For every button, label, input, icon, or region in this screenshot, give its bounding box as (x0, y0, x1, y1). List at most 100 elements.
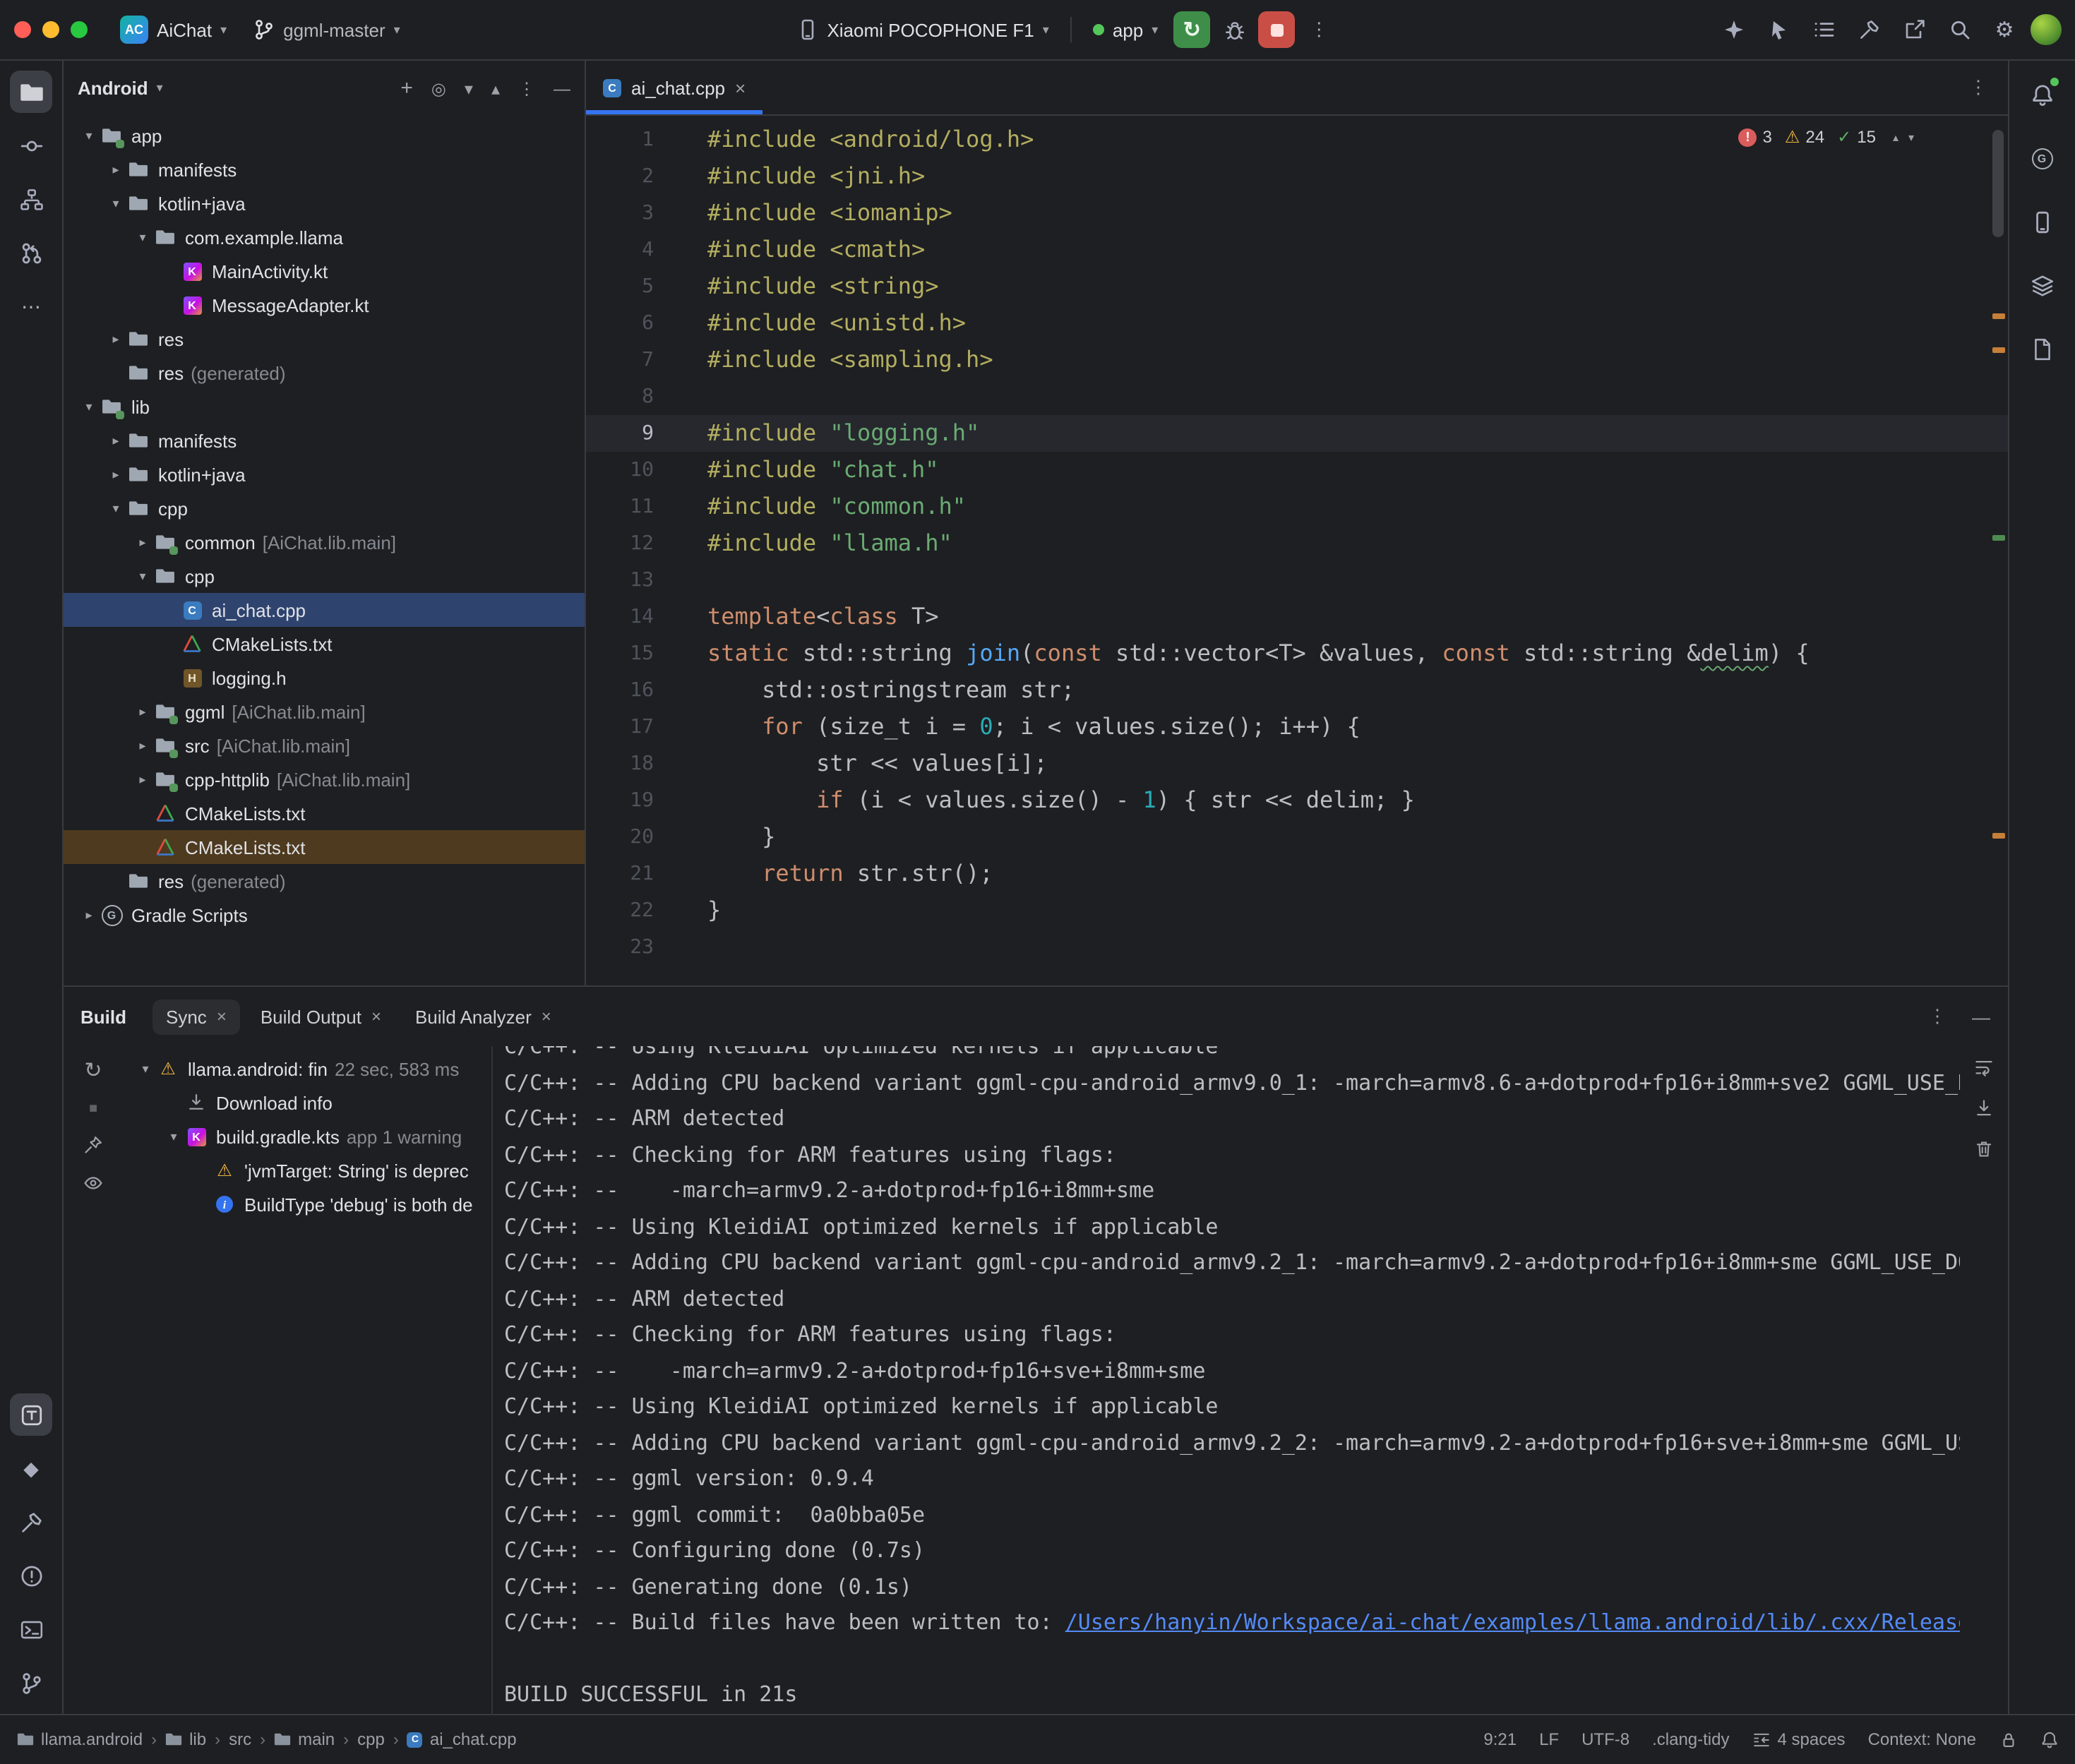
run-more-actions-button[interactable]: ⋮ (1300, 11, 1337, 48)
code-editor[interactable]: 1#include <android/log.h>2#include <jni.… (586, 116, 2007, 985)
indent-widget[interactable]: 4 spaces (1752, 1730, 1846, 1750)
build-tab-build-output[interactable]: Build Output× (246, 999, 395, 1034)
run-configuration-selector[interactable]: app ▾ (1083, 13, 1168, 46)
terminal-toolwindow-button[interactable] (10, 1608, 52, 1650)
tree-item-res[interactable]: res (generated) (64, 356, 585, 390)
code-line-6[interactable]: 6#include <unistd.h> (586, 305, 2007, 342)
chevron-right-icon[interactable]: ▸ (131, 773, 154, 786)
build-panel-title[interactable]: Build (80, 1006, 126, 1027)
warning-stripe-mark[interactable] (1992, 347, 2004, 353)
chevron-right-icon[interactable]: ▸ (131, 705, 154, 718)
code-line-20[interactable]: 20 } (586, 819, 2007, 856)
code-line-8[interactable]: 8 (586, 378, 2007, 415)
chevron-right-icon[interactable]: ▸ (131, 739, 154, 752)
pin-icon[interactable] (83, 1135, 103, 1155)
hide-panel-button[interactable]: — (554, 78, 570, 98)
close-tab-icon[interactable]: × (542, 1007, 551, 1026)
tree-item-res[interactable]: ▸res (64, 322, 585, 356)
chevron-down-icon[interactable]: ▾ (104, 502, 127, 515)
notifications-button[interactable] (2021, 73, 2063, 116)
breadcrumb-item-cpp[interactable]: cpp (357, 1730, 385, 1750)
tree-item-lib[interactable]: ▾lib (64, 390, 585, 424)
soft-wrap-icon[interactable] (1973, 1057, 1993, 1077)
build-tools-button[interactable] (1849, 10, 1889, 49)
commit-toolwindow-button[interactable] (10, 124, 52, 167)
structure-toolwindow-button[interactable] (10, 178, 52, 220)
code-line-7[interactable]: 7#include <sampling.h> (586, 342, 2007, 378)
code-line-10[interactable]: 10#include "chat.h" (586, 452, 2007, 488)
notifications-icon[interactable] (2040, 1731, 2058, 1749)
locate-file-button[interactable]: ◎ (431, 78, 446, 98)
code-line-17[interactable]: 17 for (size_t i = 0; i < values.size();… (586, 709, 2007, 745)
scroll-to-end-icon[interactable] (1973, 1098, 1993, 1118)
stop-button[interactable] (1258, 11, 1295, 48)
code-line-11[interactable]: 11#include "common.h" (586, 488, 2007, 525)
code-line-22[interactable]: 22} (586, 892, 2007, 929)
breadcrumb-item-ai-chat-cpp[interactable]: Cai_chat.cpp (407, 1730, 517, 1750)
build-output-path-link[interactable]: /Users/hanyin/Workspace/ai-chat/examples… (1065, 1609, 1959, 1635)
running-devices-button[interactable] (2021, 264, 2063, 306)
build-variants-toolwindow-button[interactable] (10, 1501, 52, 1543)
chevron-down-icon[interactable]: ▾ (131, 231, 154, 244)
tree-item-common[interactable]: ▸common [AiChat.lib.main] (64, 525, 585, 559)
user-avatar[interactable] (2030, 14, 2061, 45)
version-control-toolwindow-button[interactable] (10, 1662, 52, 1704)
gradle-toolwindow-button[interactable]: G (2021, 137, 2063, 179)
tree-item-messageadapter-kt[interactable]: KMessageAdapter.kt (64, 288, 585, 322)
search-everywhere-button[interactable] (1939, 10, 1979, 49)
project-view-selector[interactable]: Android (78, 78, 148, 99)
tree-item-mainactivity-kt[interactable]: KMainActivity.kt (64, 254, 585, 288)
minimize-window-button[interactable] (42, 21, 59, 38)
code-line-5[interactable]: 5#include <string> (586, 268, 2007, 305)
code-line-12[interactable]: 12#include "llama.h" (586, 525, 2007, 562)
show-output-icon[interactable] (83, 1173, 103, 1193)
line-separator-widget[interactable]: LF (1539, 1730, 1559, 1750)
close-window-button[interactable] (14, 21, 31, 38)
lock-icon[interactable] (1999, 1731, 2017, 1749)
build-tree-item-jvmtarget-string-is-deprec[interactable]: ⚠'jvmTarget: String' is deprec (123, 1153, 491, 1187)
warning-stripe-mark[interactable] (1992, 833, 2004, 839)
code-line-14[interactable]: 14template<class T> (586, 599, 2007, 635)
share-button[interactable] (1894, 10, 1934, 49)
editor-tab-ai-chat-cpp[interactable]: C ai_chat.cpp × (586, 61, 763, 114)
hide-build-panel-button[interactable]: — (1972, 1006, 1990, 1027)
next-problem-button[interactable]: ▾ (1908, 131, 1914, 143)
build-tree-item-llama-android-fin[interactable]: ▾⚠llama.android: fin22 sec, 583 ms (123, 1052, 491, 1086)
code-line-18[interactable]: 18 str << values[i]; (586, 745, 2007, 782)
tree-item-gradle-scripts[interactable]: ▸GGradle Scripts (64, 898, 585, 932)
close-tab-icon[interactable]: × (371, 1007, 381, 1026)
ai-context-widget[interactable]: Context: None (1868, 1730, 1976, 1750)
tree-item-com-example-llama[interactable]: ▾com.example.llama (64, 220, 585, 254)
build-panel-options-button[interactable]: ⋮ (1928, 1005, 1947, 1028)
chevron-down-icon[interactable]: ▾ (162, 1130, 185, 1143)
rerun-button[interactable]: ↻ (1173, 11, 1210, 48)
branch-selector[interactable]: ggml-master ▾ (242, 13, 410, 47)
device-selector[interactable]: Xiaomi POCOPHONE F1 ▾ (786, 13, 1058, 47)
close-tab-icon[interactable]: × (217, 1007, 227, 1026)
tree-item-cpp-httplib[interactable]: ▸cpp-httplib [AiChat.lib.main] (64, 762, 585, 796)
chevron-right-icon[interactable]: ▸ (104, 468, 127, 481)
tree-item-logging-h[interactable]: Hlogging.h (64, 661, 585, 695)
inspections-widget[interactable]: !3 ⚠24 ✓15 ▴▾ (1738, 127, 1914, 147)
tree-item-res[interactable]: res (generated) (64, 864, 585, 898)
problems-toolwindow-button[interactable] (10, 1554, 52, 1597)
task-list-button[interactable] (1804, 10, 1843, 49)
code-line-2[interactable]: 2#include <jni.h> (586, 158, 2007, 195)
tree-item-cmakelists-txt[interactable]: CMakeLists.txt (64, 627, 585, 661)
more-toolwindows-button[interactable]: ⋯ (10, 285, 52, 328)
chevron-down-icon[interactable]: ▾ (78, 129, 100, 142)
breadcrumb-item-lib[interactable]: lib (165, 1730, 206, 1750)
chevron-down-icon[interactable]: ▾ (78, 400, 100, 413)
tree-item-manifests[interactable]: ▸manifests (64, 152, 585, 186)
tree-item-src[interactable]: ▸src [AiChat.lib.main] (64, 728, 585, 762)
tree-item-app[interactable]: ▾app (64, 119, 585, 152)
breadcrumb-item-src[interactable]: src (229, 1730, 251, 1750)
rerun-sync-button[interactable]: ↻ (84, 1057, 102, 1083)
code-line-4[interactable]: 4#include <cmath> (586, 232, 2007, 268)
tree-item-ggml[interactable]: ▸ggml [AiChat.lib.main] (64, 695, 585, 728)
code-actions-button[interactable] (1759, 10, 1798, 49)
build-console[interactable]: C/C++: -- Using KleidiAI optimized kerne… (493, 1046, 1959, 1714)
tree-item-kotlin-java[interactable]: ▾kotlin+java (64, 186, 585, 220)
caret-position-widget[interactable]: 9:21 (1483, 1730, 1517, 1750)
editor-scrollbar-thumb[interactable] (1992, 130, 2003, 237)
